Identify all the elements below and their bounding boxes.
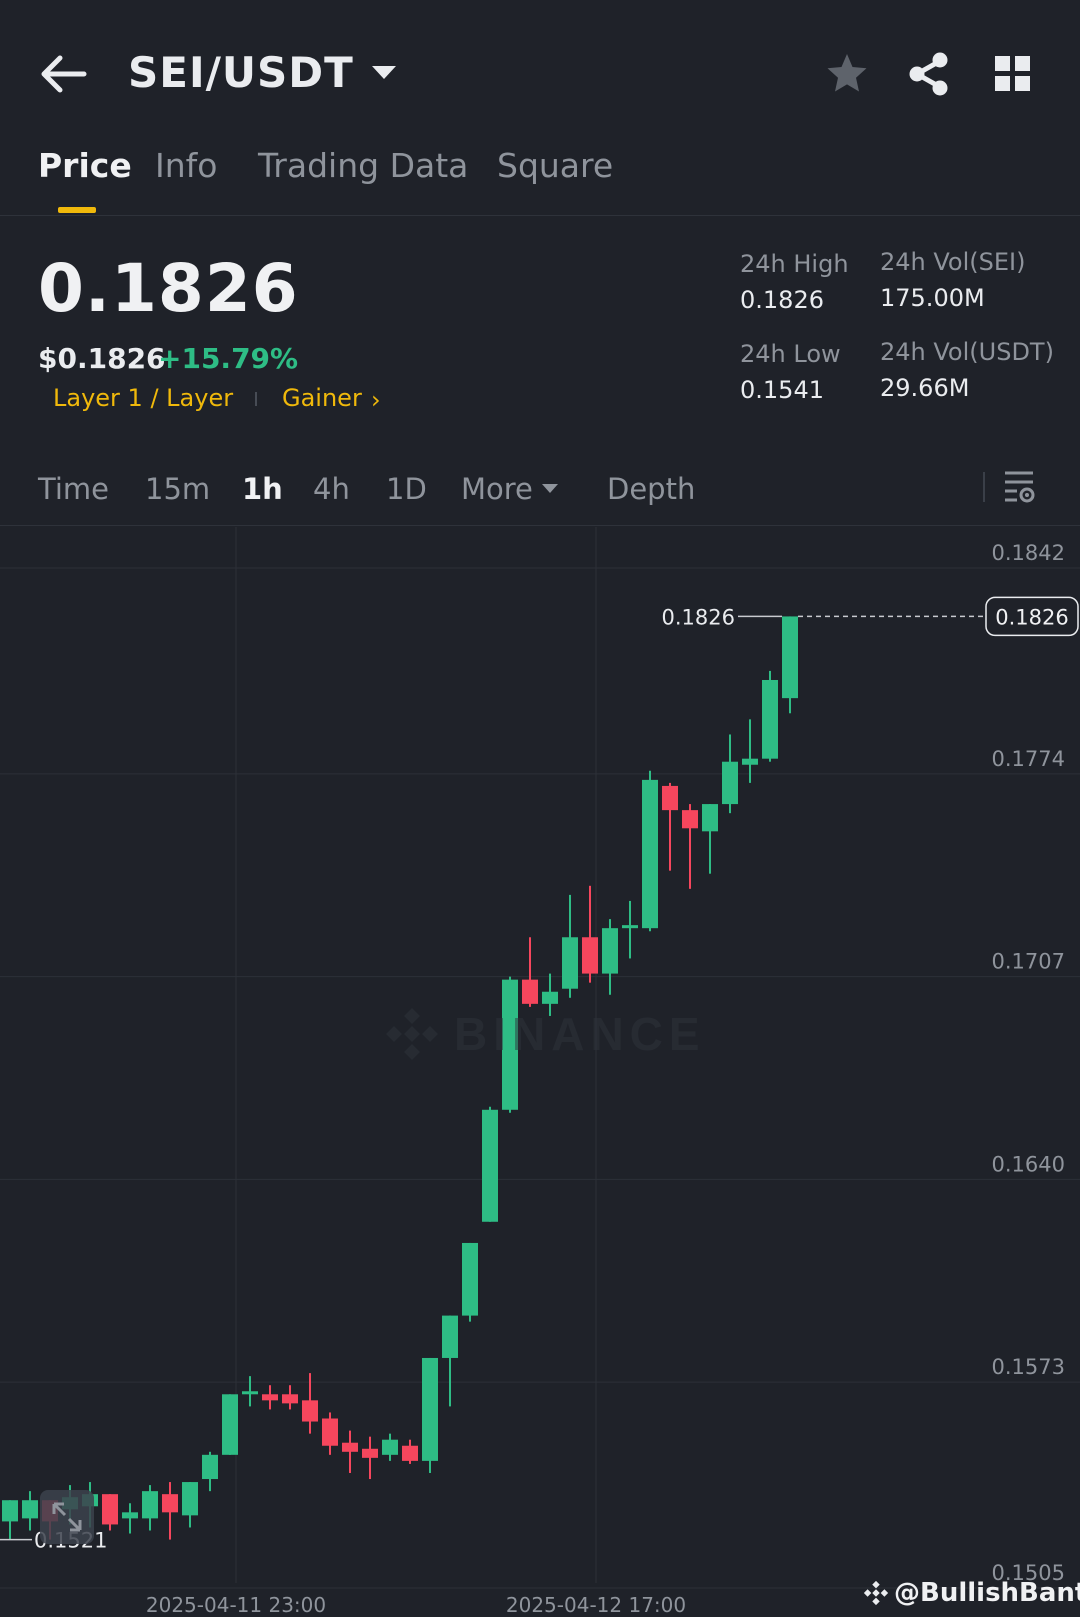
y-tick-label: 0.1842	[992, 541, 1065, 565]
pair-title: SEI/USDT	[128, 48, 354, 97]
y-tick-label: 0.1774	[992, 747, 1065, 771]
tab-bar: Price Info Trading Data Square	[0, 140, 1080, 216]
candle-body	[622, 925, 638, 929]
interval-1h[interactable]: 1h	[242, 472, 283, 506]
candle-body	[242, 1391, 258, 1395]
candle-body	[762, 679, 778, 759]
tab-trading-data[interactable]: Trading Data	[258, 146, 468, 185]
arrow-left-icon[interactable]	[38, 52, 88, 96]
vol-base-value: 175.00M	[880, 284, 985, 312]
candle-body	[442, 1315, 458, 1358]
caret-down-icon	[371, 66, 396, 79]
candle-body	[522, 979, 538, 1004]
interval-divider	[983, 472, 985, 502]
last-price: 0.1826	[38, 250, 299, 327]
chevron-right-icon[interactable]: ›	[371, 386, 381, 414]
gainer-tag[interactable]: Gainer	[282, 384, 362, 412]
watermark-text: BINANCE	[454, 1008, 706, 1060]
candle-body	[22, 1500, 38, 1519]
usd-price: $0.1826	[38, 342, 166, 375]
caret-down-icon	[542, 484, 558, 493]
depth-toggle[interactable]: Depth	[607, 472, 695, 506]
candle-body	[102, 1494, 118, 1525]
candle-body	[142, 1491, 158, 1519]
candle-body	[322, 1418, 338, 1446]
candle-body	[162, 1494, 178, 1513]
candle-body	[282, 1394, 298, 1404]
candle-body	[482, 1109, 498, 1222]
pair-selector[interactable]: SEI/USDT	[128, 48, 396, 97]
interval-more[interactable]: More	[461, 472, 533, 506]
category-tag[interactable]: Layer 1 / Layer	[53, 384, 233, 412]
candle-body	[262, 1394, 278, 1401]
candle-body	[422, 1357, 438, 1461]
interval-bar: Time 15m 1h 4h 1D More Depth	[0, 440, 1080, 526]
high-label: 24h High	[740, 250, 849, 278]
candle-body	[722, 761, 738, 805]
x-tick-label: 2025-04-11 23:00	[146, 1593, 326, 1617]
candle-body	[382, 1439, 398, 1455]
exchange-watermark: BINANCE	[382, 1004, 706, 1064]
y-tick-label: 0.1640	[992, 1152, 1065, 1176]
vol-quote-value: 29.66M	[880, 374, 970, 402]
interval-4h[interactable]: 4h	[313, 472, 350, 506]
tab-info[interactable]: Info	[155, 146, 217, 185]
vol-base-label: 24h Vol(SEI)	[880, 248, 1026, 276]
max-label: 0.1826	[662, 605, 735, 629]
top-bar: SEI/USDT	[0, 0, 1080, 140]
candle-body	[562, 937, 578, 989]
candle-body	[302, 1400, 318, 1422]
y-tick-label: 0.1573	[992, 1355, 1065, 1379]
active-tab-indicator	[58, 207, 96, 213]
binance-logo-icon	[863, 1580, 889, 1606]
expand-icon	[52, 1502, 82, 1532]
x-tick-label: 2025-04-12 17:00	[506, 1593, 686, 1617]
candle-body	[222, 1394, 238, 1455]
candle-body	[682, 810, 698, 829]
candle-body	[2, 1500, 18, 1522]
high-value: 0.1826	[740, 286, 824, 314]
last-price-label: 0.1826	[995, 605, 1068, 629]
vol-quote-label: 24h Vol(USDT)	[880, 338, 1054, 366]
candle-body	[602, 928, 618, 974]
candle-body	[782, 616, 798, 699]
candle-body	[342, 1442, 358, 1452]
binance-logo-icon	[386, 1008, 438, 1060]
candle-body	[122, 1512, 138, 1519]
fullscreen-button[interactable]	[40, 1490, 94, 1544]
candle-body	[362, 1448, 378, 1458]
credit: @BullishBanter	[862, 1578, 1080, 1608]
candle-body	[662, 785, 678, 811]
grid-icon[interactable]	[990, 50, 1038, 98]
candle-body	[202, 1454, 218, 1480]
credit-handle: @BullishBanter	[894, 1578, 1080, 1608]
tag-divider	[255, 392, 257, 406]
candle-body	[582, 937, 598, 974]
candle-body	[542, 991, 558, 1004]
star-icon[interactable]	[823, 50, 871, 98]
share-icon[interactable]	[905, 50, 953, 98]
candle-body	[462, 1242, 478, 1316]
price-change: +15.79%	[158, 342, 299, 375]
candle-body	[182, 1482, 198, 1516]
candlestick-chart[interactable]: 0.18420.17740.17070.16400.15730.15052025…	[0, 527, 1080, 1617]
tab-square[interactable]: Square	[497, 146, 613, 185]
candle-body	[742, 758, 758, 765]
candle-body	[642, 779, 658, 929]
low-value: 0.1541	[740, 376, 824, 404]
chart-settings-icon[interactable]	[1003, 468, 1037, 504]
candle-body	[402, 1445, 418, 1461]
low-label: 24h Low	[740, 340, 841, 368]
tab-price[interactable]: Price	[38, 146, 132, 185]
interval-15m[interactable]: 15m	[145, 472, 210, 506]
candle-body	[702, 804, 718, 832]
interval-time[interactable]: Time	[38, 472, 109, 506]
interval-1d[interactable]: 1D	[386, 472, 427, 506]
y-tick-label: 0.1707	[992, 950, 1065, 974]
